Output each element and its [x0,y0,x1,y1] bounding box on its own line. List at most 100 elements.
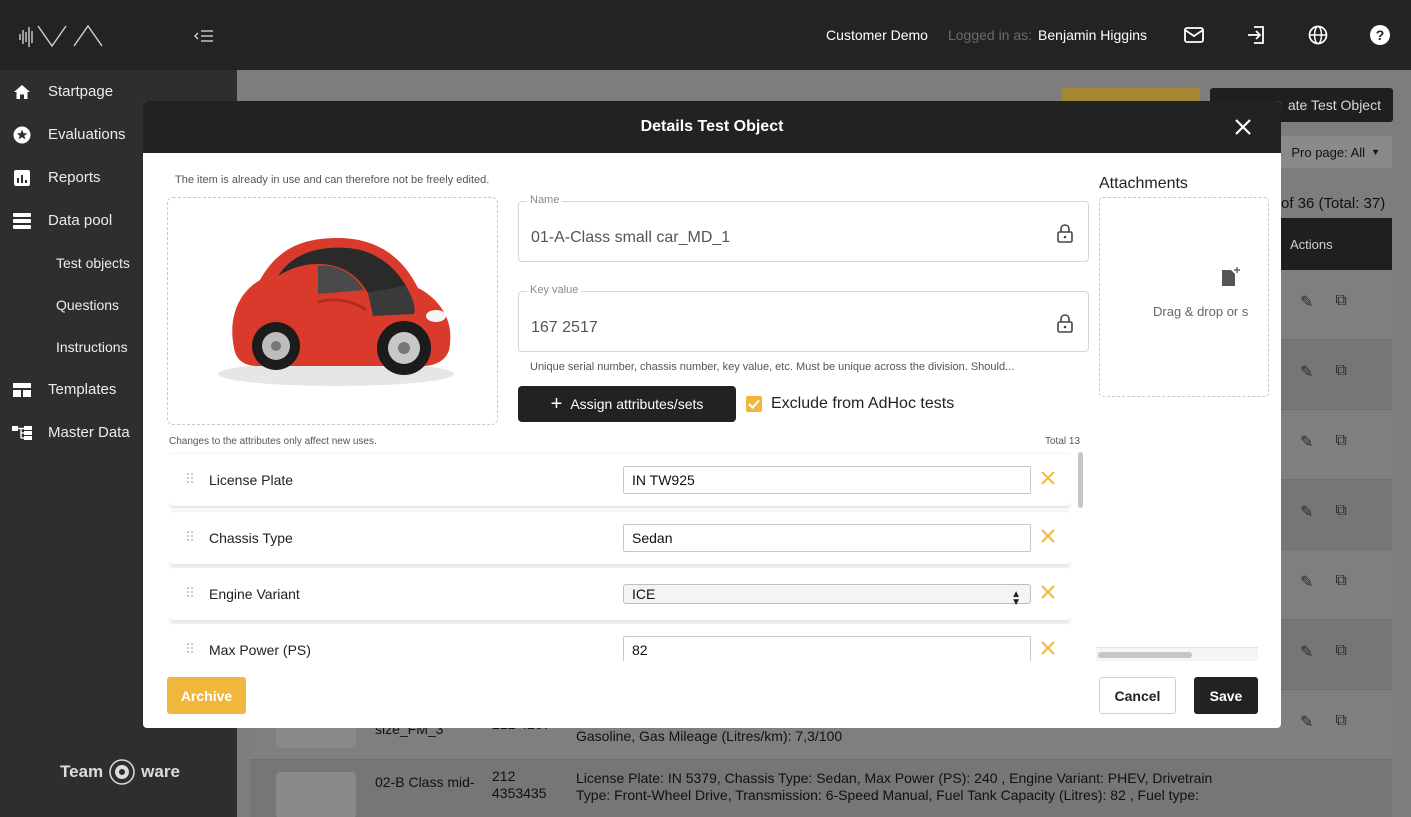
car-thumbnail [276,772,356,817]
name-value: 01-A-Class small car_MD_1 [531,229,731,246]
attribute-name: License Plate [209,472,294,488]
template-icon [12,380,32,400]
sidebar-item-label: Master Data [48,424,130,441]
checkbox-checked-icon[interactable] [746,396,762,412]
drag-handle-icon[interactable] [186,586,194,598]
attribute-value-input[interactable]: Sedan [623,524,1031,552]
svg-text:?: ? [1376,27,1385,43]
attachments-scrollbar[interactable] [1096,647,1258,661]
attribute-list[interactable]: License Plate IN TW925 Chassis Type Seda… [169,452,1071,661]
copy-icon: ⧉ [1335,642,1347,659]
engine-variant-select[interactable]: ICE ▲ ▼ [623,584,1031,608]
key-value-label: Key value [527,284,582,296]
bar-chart-icon [12,168,32,188]
database-icon [12,211,32,231]
drag-handle-icon[interactable] [186,472,194,484]
copy-icon: ⧉ [1335,572,1347,589]
attribute-value-input[interactable]: IN TW925 [623,466,1031,494]
archive-button[interactable]: Archive [167,677,246,714]
remove-icon[interactable] [1039,583,1057,601]
row-description: License Plate: IN 5379, Chassis Type: Se… [576,770,1213,803]
copy-icon: ⧉ [1335,362,1347,379]
drag-drop-text: Drag & drop or s [1153,304,1249,319]
sidebar-item-label: Reports [48,169,101,186]
attachments-dropzone[interactable]: Drag & drop or s [1099,197,1269,397]
name-label: Name [527,194,563,206]
edit-icon: ✎ [1300,714,1314,731]
file-add-icon [1222,267,1240,286]
sidebar-item-label: Data pool [48,212,113,229]
attribute-name: Chassis Type [209,530,293,546]
key-value-hint: Unique serial number, chassis number, ke… [530,361,1015,373]
per-page-label: Pro page: All [1291,144,1366,160]
cancel-button[interactable]: Cancel [1099,677,1176,714]
drag-handle-icon[interactable] [186,530,194,542]
drag-handle-icon[interactable] [186,642,194,654]
row-name: 02-B Class mid- [375,774,475,790]
hierarchy-icon [12,423,32,443]
test-object-image[interactable] [167,197,498,425]
select-arrows-icon: ▲ ▼ [1011,589,1021,608]
edit-icon: ✎ [1300,504,1314,521]
home-icon [12,82,32,102]
pagination-total: of 36 (Total: 37) [1281,195,1386,212]
attribute-name: Engine Variant [209,586,300,602]
modal-title: Details Test Object [640,118,784,135]
edit-notice: The item is already in use and can there… [175,174,490,186]
help-icon[interactable]: ? [1349,0,1411,70]
remove-icon[interactable] [1039,469,1057,487]
top-bar: Customer Demo Logged in as: Benjamin Hig… [0,0,1411,70]
attribute-list-scrollbar[interactable] [1076,449,1086,661]
assign-attributes-label: Assign attributes/sets [570,396,704,412]
save-button[interactable]: Save [1194,677,1258,714]
close-icon[interactable] [1231,115,1255,139]
sidebar-item-label: Evaluations [48,126,126,143]
edit-icon: ✎ [1300,434,1314,451]
sidebar-item-label: Startpage [48,83,114,100]
attribute-value-input[interactable]: 82 [623,636,1031,661]
copy-icon: ⧉ [1335,712,1347,729]
caret-down-icon: ▼ [1371,147,1380,157]
lock-icon [1057,314,1073,333]
mail-icon[interactable] [1163,0,1225,70]
attribute-row: License Plate IN TW925 [169,454,1071,506]
remove-icon[interactable] [1039,527,1057,545]
sidebar-item-label: Templates [48,381,117,398]
attribute-row: Chassis Type Sedan [169,512,1071,564]
collapse-sidebar-icon[interactable] [194,28,214,44]
exclude-adhoc-label: Exclude from AdHoc tests [771,395,955,412]
globe-icon[interactable] [1287,0,1349,70]
edit-icon: ✎ [1300,574,1314,591]
scrollbar-thumb[interactable] [1078,452,1083,508]
attribute-name: Max Power (PS) [209,642,311,658]
key-value-value: 167 2517 [531,319,598,336]
attachments-title: Attachments [1099,175,1188,192]
name-field[interactable]: Name 01-A-Class small car_MD_1 [518,194,1089,262]
scrollbar-thumb[interactable] [1098,652,1192,658]
copy-icon: ⧉ [1335,292,1347,309]
plus-icon: + [550,393,563,415]
logged-in-label: Logged in as: [947,27,1033,43]
modal-header: Details Test Object [143,101,1281,153]
attributes-changes-note: Changes to the attributes only affect ne… [169,436,377,447]
row-key: 212 4353435 [492,768,547,801]
user-name[interactable]: Benjamin Higgins [1038,27,1147,43]
per-page-dropdown: Pro page: All ▼ [1274,136,1392,168]
edit-icon: ✎ [1300,644,1314,661]
attributes-total: Total 13 [1045,436,1081,447]
exclude-adhoc-checkbox[interactable]: Exclude from AdHoc tests [746,395,954,413]
logout-icon[interactable] [1225,0,1287,70]
remove-icon[interactable] [1039,639,1057,657]
top-right-area: Customer Demo Logged in as: Benjamin Hig… [826,0,1411,70]
details-modal: Details Test Object The item is already … [143,101,1281,728]
star-icon [12,125,32,145]
assign-attributes-button[interactable]: + Assign attributes/sets [518,386,736,422]
copy-icon: ⧉ [1335,432,1347,449]
table-row: 02-B Class mid- 212 4353435 License Plat… [250,760,1392,817]
key-value-field[interactable]: Key value 167 2517 [518,284,1089,352]
lock-icon [1057,224,1073,243]
customer-name[interactable]: Customer Demo [826,27,928,43]
app-logo[interactable] [18,22,128,50]
select-value: ICE [632,586,656,602]
red-car-image [218,238,454,386]
